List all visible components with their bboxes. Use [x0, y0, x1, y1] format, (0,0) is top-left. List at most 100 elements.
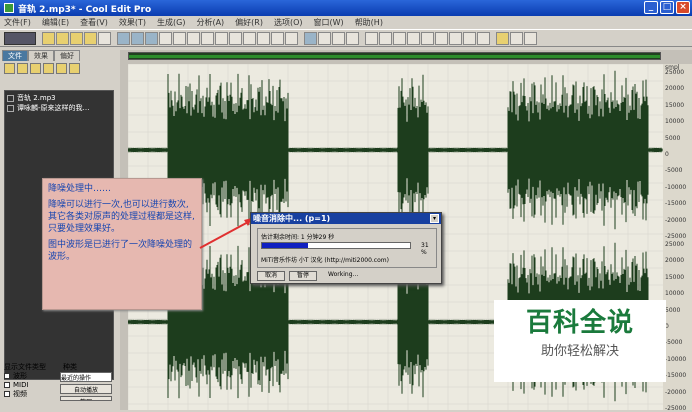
ruler-tick: -20000 [665, 388, 687, 396]
progress-percent: 31 % [421, 242, 429, 256]
multitrack-toggle-icon[interactable] [4, 31, 36, 45]
tab-favorites[interactable]: 偏好 [54, 50, 80, 61]
overview-bar[interactable] [128, 52, 661, 60]
open-file-icon[interactable] [56, 31, 69, 45]
organize-button[interactable]: 整理 [60, 396, 112, 401]
fx-pitch-icon[interactable] [463, 31, 476, 45]
import-icon[interactable] [17, 63, 28, 74]
window-titlebar: 音轨 2.mp3* - Cool Edit Pro _ □ × [0, 0, 692, 16]
minimize-button[interactable]: _ [644, 1, 658, 14]
maximize-button[interactable]: □ [660, 1, 674, 14]
time-remaining: 估计剩余时间: 1 分钟29 秒 [261, 234, 335, 241]
paste-icon[interactable] [201, 31, 214, 45]
help-small-icon[interactable] [69, 63, 80, 74]
waveform-icon [7, 104, 14, 112]
watermark-subtitle: 助你轻松解决 [540, 344, 619, 359]
cancel-button[interactable]: 取消 [257, 271, 286, 281]
fx-filter-icon[interactable] [407, 31, 420, 45]
ruler-tick: -25000 [665, 233, 687, 240]
trim-icon[interactable] [215, 31, 228, 45]
fx-fade-icon[interactable] [393, 31, 406, 45]
cut-icon[interactable] [187, 31, 200, 45]
align-left-icon[interactable] [332, 31, 345, 45]
cue-icon[interactable] [285, 31, 298, 45]
menu-options[interactable]: 选项(O) [274, 17, 303, 28]
menu-analyze[interactable]: 分析(A) [196, 17, 224, 28]
ruler-tick: 10000 [665, 118, 685, 126]
close-icon[interactable] [30, 63, 41, 74]
note-paragraph: 降噪可以进行一次,也可以进行数次,其它各类对原声的处理过程都是这样,只要处理效果… [48, 200, 195, 234]
list-item[interactable]: 音轨 2.mp3 [7, 93, 111, 103]
type-checkbox[interactable] [4, 372, 10, 379]
main-toolbar [0, 29, 692, 47]
dialog-buttons: 取消 暂停 Working... [257, 271, 365, 281]
type-checkbox[interactable] [4, 390, 10, 397]
save-icon[interactable] [84, 31, 97, 45]
tab-effects[interactable]: 效果 [28, 50, 54, 61]
settings-icon[interactable] [510, 31, 523, 45]
close-button[interactable]: × [676, 1, 690, 14]
snap-icon[interactable] [257, 31, 270, 45]
progress-dialog: 噪音消除中... (p=1) ▾ 估计剩余时间: 1 分钟29 秒 31 % M… [250, 212, 442, 284]
list-item[interactable]: 谭咏麟-原来这样的我… [7, 103, 111, 113]
menu-view[interactable]: 查看(V) [80, 17, 108, 28]
file-filter-area: 显示文件类型种类 波形 MIDI 视频 最近的操作 自动播放 整理 [4, 362, 114, 401]
ruler-tick: -15000 [665, 200, 687, 208]
ruler-tick: 15000 [665, 273, 685, 281]
menu-edit[interactable]: 编辑(E) [42, 17, 69, 28]
ruler-tick: 25000 [665, 241, 685, 248]
repeat-icon[interactable] [145, 31, 158, 45]
menu-favorites[interactable]: 偏好(R) [235, 17, 263, 28]
save-as-icon[interactable] [98, 31, 111, 45]
spectral-view-icon[interactable] [304, 31, 317, 45]
insert-icon[interactable] [56, 63, 67, 74]
ruler-tick: 10000 [665, 290, 685, 298]
fx-noise-icon[interactable] [449, 31, 462, 45]
autoplay-button[interactable]: 自动播放 [60, 384, 112, 394]
dialog-close-icon[interactable]: ▾ [430, 214, 439, 223]
new-file-icon[interactable] [42, 31, 55, 45]
fx-amplify-icon[interactable] [379, 31, 392, 45]
redo-icon[interactable] [131, 31, 144, 45]
menu-effects[interactable]: 效果(T) [119, 17, 146, 28]
sort-label: 种类 [63, 362, 77, 371]
window-title: 音轨 2.mp3* - Cool Edit Pro [18, 4, 152, 15]
dialog-body: 估计剩余时间: 1 分钟29 秒 31 % MiTi音乐作坊 小T 汉化 (ht… [257, 228, 437, 268]
undo-icon[interactable] [117, 31, 130, 45]
fx-reverb-icon[interactable] [421, 31, 434, 45]
waveform-icon [7, 94, 14, 102]
fx-envelope-icon[interactable] [365, 31, 378, 45]
mix-paste-icon[interactable] [159, 31, 172, 45]
note-heading: 降噪处理中…… [48, 184, 112, 194]
watermark-title: 百科全说 [525, 308, 634, 338]
select-icon[interactable] [243, 31, 256, 45]
sort-select[interactable]: 最近的操作 [60, 372, 112, 382]
close-file-icon[interactable] [70, 31, 83, 45]
mark-icon[interactable] [271, 31, 284, 45]
menu-bar: 文件(F) 编辑(E) 查看(V) 效果(T) 生成(G) 分析(A) 偏好(R… [0, 16, 692, 29]
status-text: Working... [328, 271, 359, 278]
menu-window[interactable]: 窗口(W) [314, 17, 344, 28]
menu-help[interactable]: 帮助(H) [355, 17, 383, 28]
ruler-tick: 15000 [665, 101, 685, 109]
ruler-tick: -5000 [665, 339, 683, 347]
fx-delay-icon[interactable] [435, 31, 448, 45]
delete-icon[interactable] [229, 31, 242, 45]
fx-tempo-icon[interactable] [477, 31, 490, 45]
copy-icon[interactable] [173, 31, 186, 45]
tab-files[interactable]: 文件 [2, 50, 28, 61]
align-right-icon[interactable] [346, 31, 359, 45]
cd-icon[interactable] [496, 31, 509, 45]
help-icon[interactable] [524, 31, 537, 45]
menu-generate[interactable]: 生成(G) [157, 17, 185, 28]
ruler-tick: -10000 [665, 355, 687, 363]
pause-button[interactable]: 暂停 [289, 271, 318, 281]
edit-icon[interactable] [43, 63, 54, 74]
type-checkbox[interactable] [4, 381, 10, 388]
menu-file[interactable]: 文件(F) [4, 17, 31, 28]
ruler-tick: 20000 [665, 257, 685, 265]
waveform-view-icon[interactable] [318, 31, 331, 45]
ruler-tick: 5000 [665, 134, 681, 142]
open-icon[interactable] [4, 63, 15, 74]
dialog-title: 噪音消除中... (p=1) ▾ [251, 213, 441, 224]
